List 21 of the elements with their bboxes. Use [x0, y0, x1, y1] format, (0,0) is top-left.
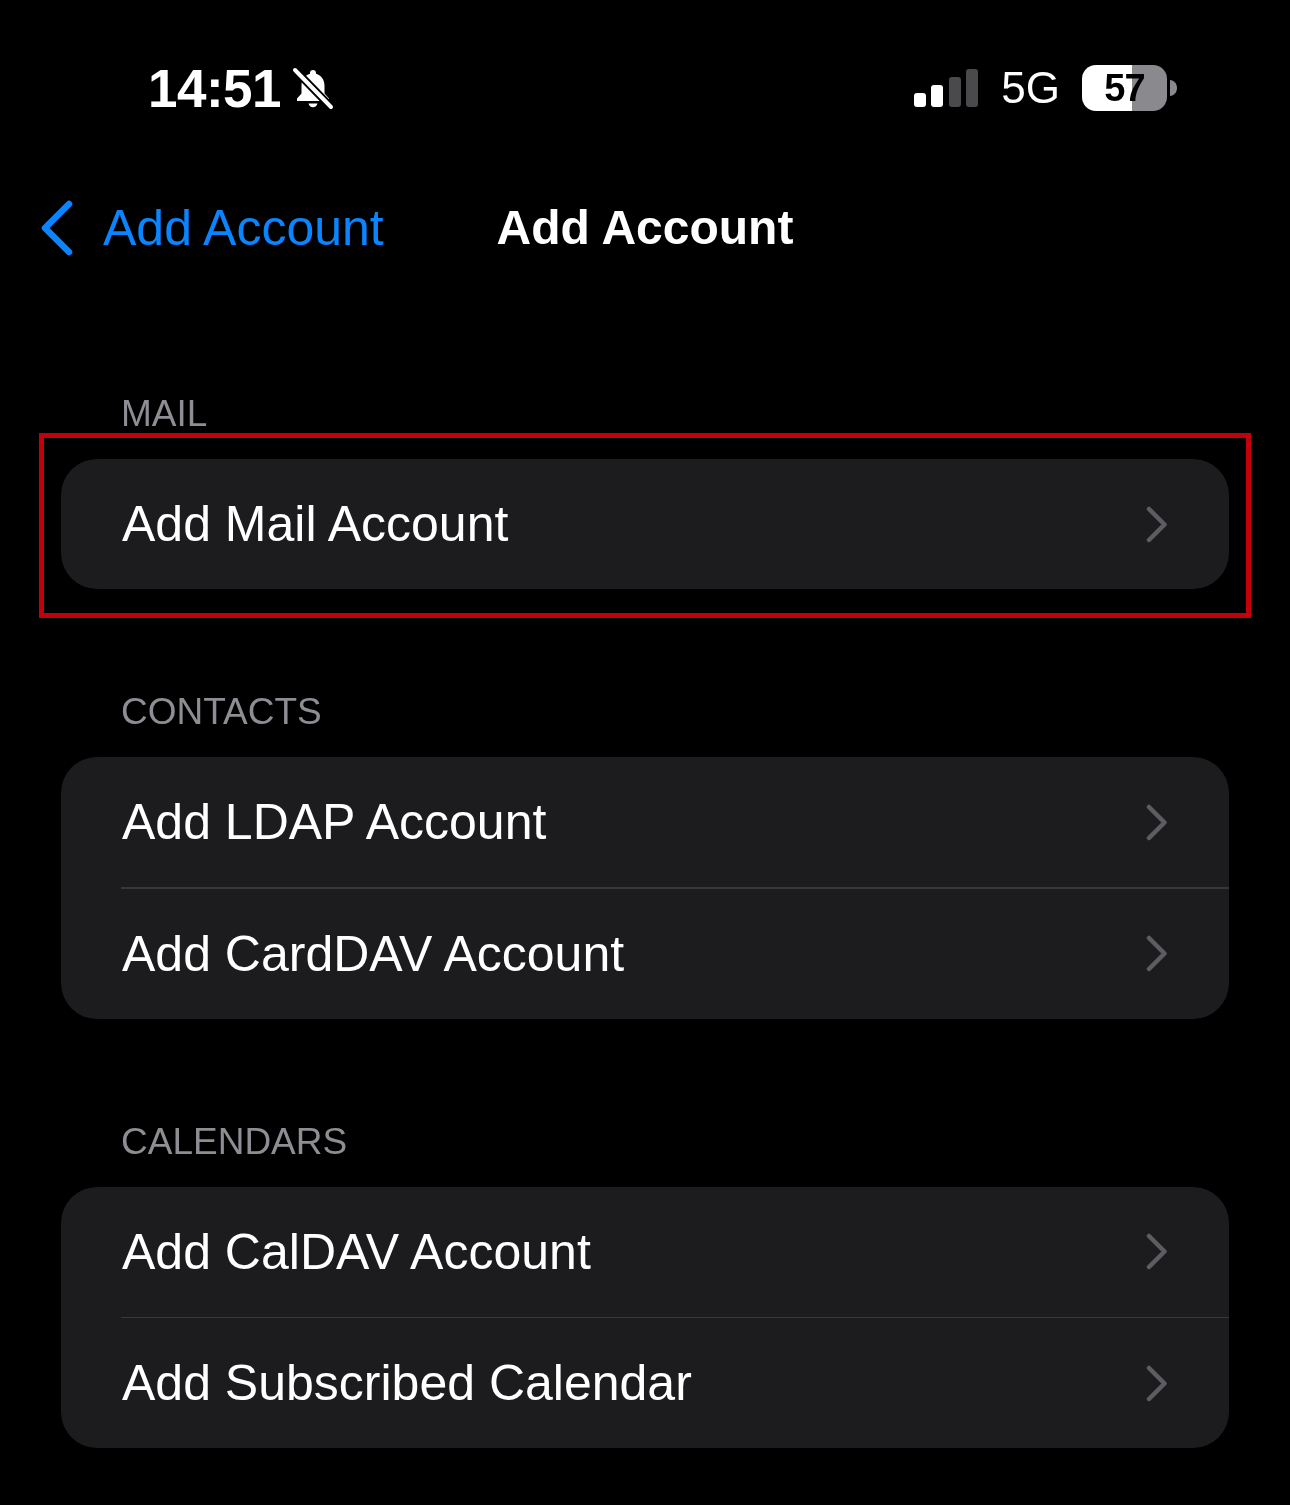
back-button[interactable]: Add Account — [40, 200, 384, 256]
back-chevron-icon — [40, 200, 74, 256]
network-type: 5G — [1001, 66, 1060, 110]
page-title: Add Account — [496, 204, 794, 252]
chevron-icon — [1146, 935, 1168, 972]
section-header: MAIL — [121, 392, 208, 436]
account-option-row[interactable]: Add CardDAV Account — [61, 888, 1229, 1019]
battery-cap-icon — [1170, 80, 1177, 96]
clock-time: 14:51 — [148, 61, 282, 115]
account-option-row[interactable]: Add CalDAV Account — [61, 1186, 1229, 1317]
account-option-row[interactable]: Add Mail Account — [61, 459, 1229, 589]
chevron-icon — [1146, 1364, 1168, 1402]
section-header: CONTACTS — [121, 690, 322, 734]
battery-indicator: 57 — [1082, 65, 1167, 111]
chevron-icon — [1146, 505, 1168, 543]
chevron-icon — [1146, 1233, 1168, 1270]
account-option-row[interactable]: Add Subscribed Calendar — [61, 1318, 1229, 1448]
section-header: CALENDARS — [121, 1119, 348, 1164]
account-option-row[interactable]: Add LDAP Account — [61, 757, 1229, 887]
chevron-icon — [1146, 803, 1168, 841]
signal-icon — [914, 69, 979, 107]
